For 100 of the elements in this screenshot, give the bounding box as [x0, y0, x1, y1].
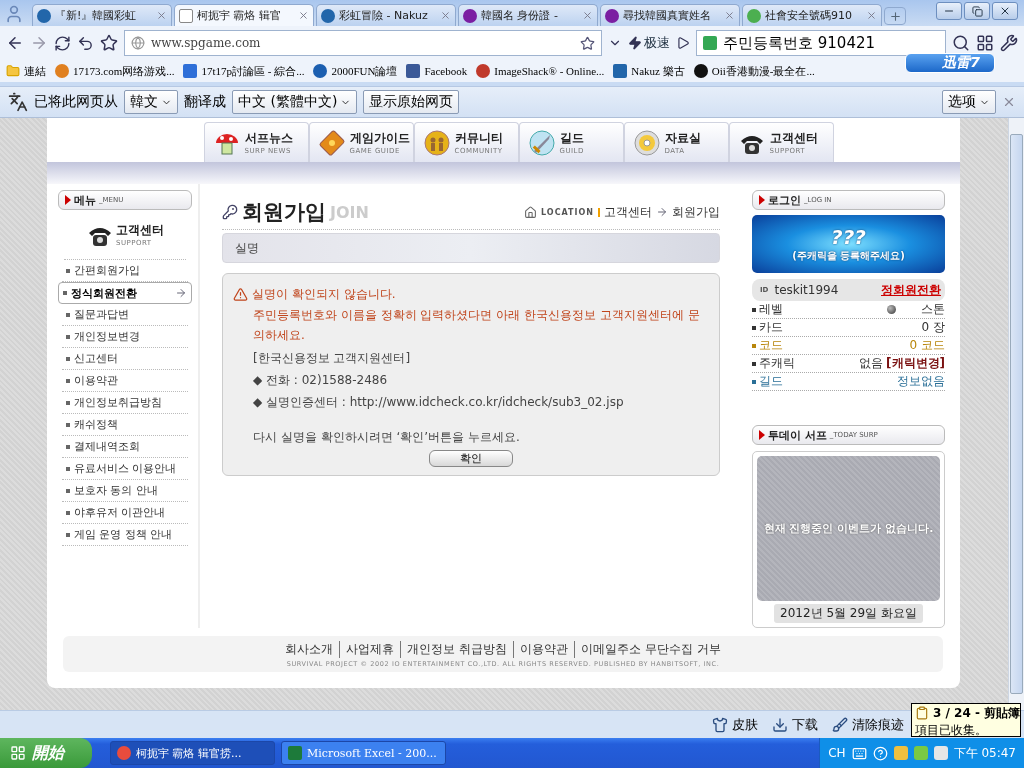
restore-button[interactable]: [964, 2, 990, 20]
star-icon[interactable]: [580, 35, 595, 51]
footer-link[interactable]: 사업제휴: [339, 640, 401, 658]
grid-icon[interactable]: [976, 34, 994, 52]
clipboard-tooltip: 3 / 24 - 剪貼簿 項目已收集。: [911, 703, 1021, 737]
close-icon[interactable]: [1002, 95, 1016, 109]
site-icon: [476, 64, 491, 78]
browser-tab[interactable]: 柯扼宇 霸烙 辑官: [174, 4, 314, 26]
xunlei-badge[interactable]: 迅雷7: [905, 53, 995, 73]
footer-link[interactable]: 회사소개: [279, 640, 340, 658]
menu-item[interactable]: 결제내역조회: [62, 436, 188, 458]
close-icon[interactable]: [724, 10, 735, 21]
app-icon: [288, 746, 302, 760]
address-field[interactable]: www.spgame.com: [124, 30, 602, 56]
status-button[interactable]: 下载: [772, 715, 818, 734]
browser-tab[interactable]: 尋找韓國真實姓名: [600, 4, 740, 26]
new-tab-button[interactable]: [884, 7, 906, 25]
ball-icon: [887, 305, 896, 314]
translate-icon: [8, 92, 28, 112]
menu-item[interactable]: 정식회원전환: [58, 282, 192, 304]
site-icon: [183, 64, 198, 78]
folder-icon: [6, 64, 20, 78]
bookmark[interactable]: Facebook: [406, 64, 468, 78]
close-icon[interactable]: [156, 10, 167, 21]
star-icon[interactable]: [100, 34, 118, 52]
close-icon[interactable]: [440, 10, 451, 21]
close-icon: [999, 5, 1011, 17]
menu-item[interactable]: 질문과답변: [62, 304, 188, 326]
tray-icon[interactable]: [893, 746, 908, 760]
wrench-icon[interactable]: [1000, 34, 1018, 52]
browser-tab[interactable]: 『新!』韓國彩虹: [32, 4, 172, 26]
stat-label: 레벨: [759, 301, 784, 318]
upgrade-link[interactable]: 정회원전환: [881, 281, 941, 299]
info-line: ◆ 전화 : 02)1588-2486: [252, 372, 389, 389]
location-label: LOCATION: [541, 207, 600, 217]
date-label: 2012년 5월 29일 화요일: [774, 604, 923, 623]
footer-link[interactable]: 이메일주소 무단수집 거부: [574, 640, 727, 658]
bookmark[interactable]: 17t17p討論區 - 綜合...: [183, 63, 305, 79]
menu-item[interactable]: 야후유저 이관안내: [62, 502, 188, 524]
site-icon: [406, 64, 421, 78]
tray-icon[interactable]: [933, 746, 948, 760]
stat-value: 0 장: [921, 319, 945, 336]
close-icon[interactable]: [298, 10, 309, 21]
status-button[interactable]: 清除痕迹: [832, 715, 904, 734]
play-icon[interactable]: [676, 36, 690, 50]
browser-tab[interactable]: 彩虹冒險 - Nakuz: [316, 4, 456, 26]
key-icon: [222, 204, 238, 220]
taskbar-button[interactable]: 柯扼宇 霸烙 辑官捞...: [110, 741, 275, 765]
options-dropdown[interactable]: 选项: [942, 90, 996, 114]
target-language-dropdown[interactable]: 中文 (繁體中文): [232, 90, 358, 114]
menu-item[interactable]: 간편회원가입: [62, 260, 188, 282]
site-icon: [179, 8, 193, 23]
menu-item[interactable]: 개인정보변경: [62, 326, 188, 348]
close-button[interactable]: [992, 2, 1018, 20]
browser-tab[interactable]: 社會安全號碼910: [742, 4, 882, 26]
event-message: 현재 진행중인 이벤트가 없습니다.: [763, 521, 934, 536]
breadcrumb-link[interactable]: 고객센터: [604, 203, 652, 221]
source-language-dropdown[interactable]: 韓文: [124, 90, 178, 114]
reload-icon[interactable]: [54, 34, 71, 52]
undo-icon[interactable]: [77, 34, 94, 52]
arrow-icon: [656, 206, 668, 218]
brush-icon: [832, 716, 848, 733]
change-character-link[interactable]: [캐릭변경]: [886, 355, 945, 372]
bookmark[interactable]: Oii香港動漫-最全在...: [693, 63, 815, 79]
stat-label: 카드: [759, 319, 784, 336]
footer-link[interactable]: 이용약관: [513, 640, 575, 658]
menu-item[interactable]: 캐쉬정책: [62, 414, 188, 436]
search-field[interactable]: 주민등록번호 910421: [696, 30, 946, 56]
footer-link[interactable]: 개인정보 취급방침: [400, 640, 514, 658]
speed-button[interactable]: 极速: [628, 34, 670, 52]
close-icon[interactable]: [866, 10, 877, 21]
show-original-button[interactable]: 显示原始网页: [363, 90, 460, 114]
bookmark[interactable]: 2000FUN論壇: [313, 63, 398, 79]
menu-item[interactable]: 보호자 동의 안내: [62, 480, 188, 502]
taskbar-button[interactable]: Microsoft Excel - 200...: [281, 741, 446, 765]
menu-item[interactable]: 이용약관: [62, 370, 188, 392]
menu-item[interactable]: 유료서비스 이용안내: [62, 458, 188, 480]
stat-value: 0 코드: [909, 337, 945, 354]
stat-label: 코드: [759, 337, 784, 354]
forward-icon[interactable]: [30, 34, 48, 52]
stat-value: 없음: [859, 355, 884, 372]
minimize-button[interactable]: [936, 2, 962, 20]
confirm-button[interactable]: 확인: [429, 450, 513, 467]
status-button[interactable]: 皮肤: [712, 715, 758, 734]
bookmark[interactable]: 連結: [6, 63, 46, 79]
close-icon[interactable]: [582, 10, 593, 21]
menu-item[interactable]: 신고센터: [62, 348, 188, 370]
bookmark[interactable]: ImageShack® - Online...: [476, 64, 605, 78]
search-icon[interactable]: [952, 34, 970, 52]
user-icon[interactable]: [4, 4, 24, 24]
menu-item[interactable]: 개인정보취급방침: [62, 392, 188, 414]
stat-value: 정보없음: [897, 373, 945, 390]
lightning-icon: [628, 36, 642, 50]
back-icon[interactable]: [6, 34, 24, 52]
bookmark[interactable]: Nakuz 樂古: [613, 63, 685, 79]
browser-tab[interactable]: 韓國名 身份證 -: [458, 4, 598, 26]
translate-label: 翻译成: [184, 93, 226, 111]
menu-item[interactable]: 게임 운영 정책 안내: [62, 524, 188, 546]
bookmark[interactable]: 17173.com网络游戏...: [55, 63, 175, 79]
site-icon: [613, 64, 628, 78]
